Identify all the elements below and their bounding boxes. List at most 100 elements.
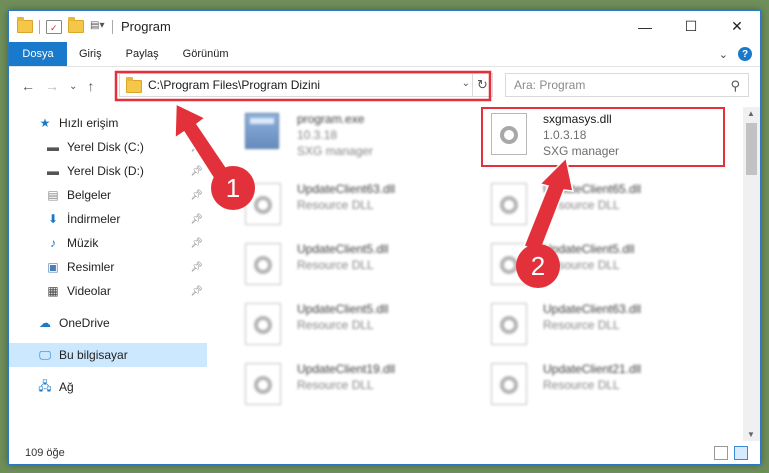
item-count: 109 öğe [25,447,65,459]
file-name: UpdateClient65.dll [543,182,642,196]
file-tile[interactable]: UpdateClient63.dll Resource DLL [491,301,726,351]
drive-icon: ▬ [47,164,59,178]
ribbon-tabs: Dosya Giriş Paylaş Görünüm ⌄ ? [9,42,760,67]
pin-icon[interactable]: 📌︎ [190,262,203,273]
file-version: 10.3.18 [297,128,338,142]
ribbon-right-controls: ⌄ ? [719,42,760,66]
toolbar-divider [112,19,113,34]
dll-file-icon [491,303,535,347]
search-input[interactable]: Ara: Program ⚲ [505,73,749,97]
address-path: C:\Program Files\Program Dizini [148,78,321,92]
customize-toolbar-icon[interactable]: ▤▾ [90,20,106,34]
sidebar-item-label: İndirmeler [67,212,121,226]
folder-icon [17,17,33,33]
sidebar-item-videos[interactable]: ▦ Videolar 📌︎ [9,279,207,303]
vertical-scrollbar[interactable]: ▲ ▼ [743,107,760,441]
step-badge-2: 2 [516,244,560,288]
drive-icon: ▬ [47,140,59,154]
sidebar-item-label: Belgeler [67,188,112,202]
dll-file-icon [245,363,289,407]
sidebar-item-quick-access[interactable]: ★ Hızlı erişim [9,111,207,135]
star-icon: ★ [39,116,51,130]
tab-file[interactable]: Dosya [9,42,67,66]
dll-file-icon [245,243,289,287]
sidebar-item-pictures[interactable]: ▣ Resimler 📌︎ [9,255,207,279]
file-type: Resource DLL [543,378,620,392]
step-badge-1: 1 [211,166,255,210]
up-arrow-icon[interactable]: ↑ [87,78,94,94]
sidebar-item-downloads[interactable]: ⬇ İndirmeler 📌︎ [9,207,207,231]
cloud-icon: ☁ [39,316,51,330]
dll-file-icon [491,183,535,227]
expand-ribbon-icon[interactable]: ⌄ [719,48,728,61]
pin-icon[interactable]: 📌︎ [190,142,203,153]
address-bar[interactable]: C:\Program Files\Program Dizini ⌄ ↻ [119,73,493,97]
file-tile-program-exe[interactable]: program.exe 10.3.18 SXG manager [245,111,480,161]
sidebar-item-onedrive[interactable]: ☁ OneDrive [9,311,207,335]
file-name: UpdateClient63.dll [297,182,396,196]
sidebar-item-this-pc[interactable]: 🖵︎ Bu bilgisayar [9,343,207,367]
computer-icon: 🖵︎ [39,347,51,362]
close-button[interactable]: ✕ [714,11,760,42]
maximize-button[interactable]: ☐ [668,11,714,42]
file-tile[interactable]: UpdateClient19.dll Resource DLL [245,361,480,411]
file-tile[interactable]: UpdateClient63.dll Resource DLL [245,181,480,231]
sidebar-item-network[interactable]: 🖧︎ Ağ [9,375,207,399]
help-icon[interactable]: ? [738,47,752,61]
window-title: Program [121,19,171,34]
exe-file-icon [245,113,289,157]
sidebar-item-documents[interactable]: ▤ Belgeler 📌︎ [9,183,207,207]
file-tile[interactable]: UpdateClient5.dll Resource DLL [245,301,480,351]
sidebar-item-label: Yerel Disk (C:) [67,140,144,154]
file-tile[interactable]: UpdateClient5.dll Resource DLL [245,241,480,291]
tiles-view-icon[interactable] [734,446,748,460]
file-type: Resource DLL [297,258,374,272]
scroll-down-icon[interactable]: ▼ [747,430,755,439]
network-icon: 🖧︎ [38,378,52,393]
file-list: program.exe 10.3.18 SXG manager sxgmasys… [219,107,744,441]
navigation-pane: ★ Hızlı erişim ▬ Yerel Disk (C:) 📌︎ ▬ Ye… [9,111,207,441]
details-view-icon[interactable] [714,446,728,460]
file-name: UpdateClient5.dll [297,242,389,256]
search-icon[interactable]: ⚲ [730,78,740,94]
sidebar-item-label: Ağ [59,380,74,394]
chevron-down-icon[interactable]: ⌄ [462,78,470,89]
pin-icon[interactable]: 📌︎ [190,238,203,249]
pin-icon[interactable]: 📌︎ [190,286,203,297]
minimize-button[interactable]: — [622,11,668,42]
new-folder-icon[interactable] [68,17,84,33]
sidebar-item-local-disk-c[interactable]: ▬ Yerel Disk (C:) 📌︎ [9,135,207,159]
pin-icon[interactable]: 📌︎ [190,190,203,201]
pictures-icon: ▣ [47,260,59,274]
scrollbar-thumb[interactable] [746,123,757,175]
file-tile[interactable]: UpdateClient21.dll Resource DLL [491,361,726,411]
sidebar-item-label: Resimler [67,260,115,274]
forward-arrow-icon[interactable]: → [45,78,59,94]
scroll-up-icon[interactable]: ▲ [747,109,755,118]
file-name: UpdateClient5.dll [297,302,389,316]
status-bar: 109 öğe [9,442,760,464]
toolbar-divider [39,19,40,34]
pin-icon[interactable]: 📌︎ [190,214,203,225]
properties-icon[interactable]: ✓ [46,19,62,34]
file-type: Resource DLL [543,198,620,212]
music-icon: ♪ [50,236,56,250]
file-tile[interactable]: UpdateClient65.dll Resource DLL [491,181,726,231]
navigation-buttons: ← → ⌄ ↑ [9,78,119,94]
tab-view[interactable]: Görünüm [171,42,241,66]
sidebar-item-label: Hızlı erişim [59,116,119,130]
refresh-icon[interactable]: ↻ [472,74,492,96]
quick-access-toolbar: ✓ ▤▾ [9,11,113,42]
sidebar-item-music[interactable]: ♪ Müzik 📌︎ [9,231,207,255]
file-type: Resource DLL [297,378,374,392]
recent-locations-icon[interactable]: ⌄ [69,81,77,92]
sidebar-item-local-disk-d[interactable]: ▬ Yerel Disk (D:) 📌︎ [9,159,207,183]
tab-home[interactable]: Giriş [67,42,114,66]
back-arrow-icon[interactable]: ← [21,78,35,94]
pin-icon[interactable]: 📌︎ [190,166,203,177]
file-name: UpdateClient63.dll [543,302,642,316]
tab-share[interactable]: Paylaş [114,42,171,66]
